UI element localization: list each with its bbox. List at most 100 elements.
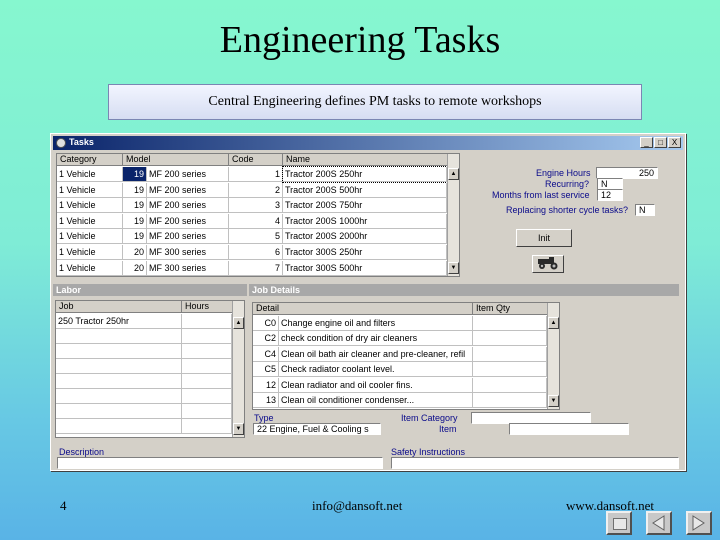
labor-empty-cell[interactable] [182, 344, 232, 359]
detail-item-qty-cell[interactable] [473, 362, 547, 378]
labor-empty-cell[interactable] [56, 359, 182, 374]
minimize-button[interactable]: _ [640, 137, 653, 148]
task-name-cell[interactable]: Tractor 200S 1000hr [283, 213, 447, 229]
footer-email[interactable]: info@dansoft.net [312, 498, 402, 514]
col-header-detail[interactable]: Detail [253, 303, 473, 315]
detail-text-cell[interactable]: Clean radiator and oil cooler fins. [279, 377, 473, 393]
scroll-down-arrow-icon[interactable]: ▼ [448, 262, 459, 274]
scroll-up-arrow-icon[interactable]: ▲ [548, 317, 559, 329]
detail-item-qty-cell[interactable] [473, 316, 547, 331]
task-model-cell[interactable]: MF 300 series [147, 245, 229, 260]
scroll-up-arrow-icon[interactable]: ▲ [448, 168, 459, 180]
col-header-item-qty[interactable]: Item Qty [473, 303, 549, 315]
task-code-cell[interactable]: 5 [229, 229, 283, 245]
detail-code-cell[interactable]: C0 [253, 316, 279, 331]
task-category-cell[interactable]: 1 Vehicle [57, 167, 123, 182]
task-name-cell[interactable]: Tractor 200S 250hr [282, 166, 448, 183]
scroll-down-arrow-icon[interactable]: ▼ [548, 395, 559, 407]
init-button[interactable]: Init [516, 229, 572, 247]
task-code-cell[interactable]: 6 [229, 245, 283, 260]
detail-item-qty-cell[interactable] [473, 377, 547, 393]
nav-back-button[interactable] [646, 511, 672, 535]
labor-empty-cell[interactable] [56, 374, 182, 389]
labor-empty-cell[interactable] [182, 359, 232, 374]
detail-item-qty-cell[interactable] [473, 346, 547, 362]
details-scrollbar[interactable]: ▲ ▼ [547, 303, 559, 409]
labor-empty-cell[interactable] [56, 419, 182, 434]
detail-text-cell[interactable]: Change engine oil and filters [279, 316, 473, 331]
task-model-id-cell[interactable]: 19 [123, 182, 147, 198]
detail-text-cell[interactable]: Clean oil bath air cleaner and pre-clean… [279, 346, 473, 362]
task-category-cell[interactable]: 1 Vehicle [57, 182, 123, 198]
labor-empty-cell[interactable] [182, 419, 232, 434]
col-header-job[interactable]: Job [56, 301, 182, 313]
task-name-cell[interactable]: Tractor 200S 2000hr [283, 229, 447, 245]
window-titlebar[interactable]: Tasks _ □ X [53, 136, 683, 150]
col-header-name[interactable]: Name [283, 154, 449, 166]
col-header-category[interactable]: Category [57, 154, 123, 166]
task-model-cell[interactable]: MF 200 series [147, 182, 229, 198]
labor-job-cell[interactable]: 250 Tractor 250hr [56, 314, 182, 329]
task-category-cell[interactable]: 1 Vehicle [57, 198, 123, 214]
task-model-id-cell[interactable]: 19 [123, 167, 147, 182]
replacing-field[interactable]: N [635, 204, 655, 216]
detail-code-cell[interactable]: 13 [253, 393, 279, 408]
task-code-cell[interactable]: 4 [229, 213, 283, 229]
months-field[interactable]: 12 [597, 189, 623, 201]
detail-code-cell[interactable]: C2 [253, 331, 279, 347]
task-model-id-cell[interactable]: 20 [123, 245, 147, 260]
detail-code-cell[interactable]: 12 [253, 377, 279, 393]
labor-empty-cell[interactable] [182, 329, 232, 344]
detail-item-qty-cell[interactable] [473, 393, 547, 408]
maximize-button[interactable]: □ [654, 137, 667, 148]
labor-empty-cell[interactable] [56, 344, 182, 359]
tasks-scrollbar[interactable]: ▲ ▼ [447, 154, 459, 276]
description-field[interactable] [57, 457, 383, 469]
task-name-cell[interactable]: Tractor 300S 250hr [283, 245, 447, 260]
labor-empty-cell[interactable] [182, 389, 232, 404]
detail-text-cell[interactable]: Clean oil conditioner condenser... [279, 393, 473, 408]
item-field[interactable] [509, 423, 629, 435]
task-code-cell[interactable]: 7 [229, 260, 283, 276]
col-header-model[interactable]: Model [123, 154, 229, 166]
task-name-cell[interactable]: Tractor 200S 500hr [283, 182, 447, 198]
task-category-cell[interactable]: 1 Vehicle [57, 213, 123, 229]
task-name-cell[interactable]: Tractor 300S 500hr [283, 260, 447, 276]
nav-home-button[interactable] [606, 511, 632, 535]
task-model-cell[interactable]: MF 200 series [147, 167, 229, 182]
scroll-up-arrow-icon[interactable]: ▲ [233, 317, 244, 329]
labor-empty-cell[interactable] [182, 374, 232, 389]
labor-empty-cell[interactable] [56, 389, 182, 404]
task-model-id-cell[interactable]: 19 [123, 229, 147, 245]
labor-hours-cell[interactable] [182, 314, 232, 329]
task-model-cell[interactable]: MF 200 series [147, 198, 229, 214]
detail-code-cell[interactable]: C5 [253, 362, 279, 378]
close-button[interactable]: X [668, 137, 681, 148]
detail-item-qty-cell[interactable] [473, 331, 547, 347]
labor-empty-cell[interactable] [56, 329, 182, 344]
labor-empty-cell[interactable] [56, 404, 182, 419]
task-model-id-cell[interactable]: 19 [123, 198, 147, 214]
labor-empty-cell[interactable] [182, 404, 232, 419]
detail-text-cell[interactable]: Check radiator coolant level. [279, 362, 473, 378]
labor-scrollbar[interactable]: ▲ ▼ [232, 301, 244, 437]
safety-instructions-field[interactable] [391, 457, 679, 469]
detail-text-cell[interactable]: check condition of dry air cleaners [279, 331, 473, 347]
task-code-cell[interactable]: 1 [229, 167, 283, 182]
col-header-code[interactable]: Code [229, 154, 283, 166]
task-model-id-cell[interactable]: 19 [123, 213, 147, 229]
nav-forward-button[interactable] [686, 511, 712, 535]
type-field[interactable]: 22 Engine, Fuel & Cooling s [253, 423, 381, 435]
task-name-cell[interactable]: Tractor 200S 750hr [283, 198, 447, 214]
detail-code-cell[interactable]: C4 [253, 346, 279, 362]
task-category-cell[interactable]: 1 Vehicle [57, 229, 123, 245]
task-category-cell[interactable]: 1 Vehicle [57, 245, 123, 260]
col-header-hours[interactable]: Hours [182, 301, 234, 313]
scroll-down-arrow-icon[interactable]: ▼ [233, 423, 244, 435]
task-model-cell[interactable]: MF 200 series [147, 213, 229, 229]
tractor-button[interactable] [532, 255, 564, 273]
task-code-cell[interactable]: 2 [229, 182, 283, 198]
task-code-cell[interactable]: 3 [229, 198, 283, 214]
task-model-cell[interactable]: MF 300 series [147, 260, 229, 276]
task-model-id-cell[interactable]: 20 [123, 260, 147, 276]
